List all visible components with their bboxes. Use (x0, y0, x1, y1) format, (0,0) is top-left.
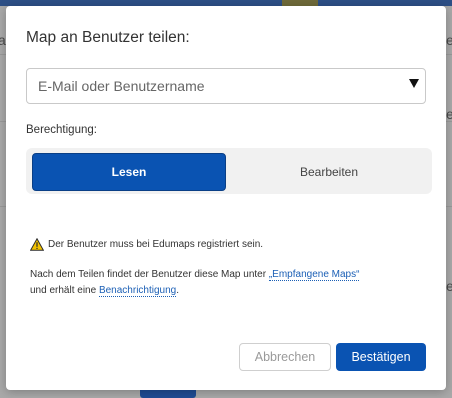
user-select-placeholder: E-Mail oder Benutzername (38, 78, 205, 94)
permission-toggle: Lesen Bearbeiten (26, 148, 432, 194)
background-text: e (446, 106, 452, 122)
share-map-dialog: Map an Benutzer teilen: E-Mail oder Benu… (6, 6, 446, 390)
user-select[interactable]: E-Mail oder Benutzername (26, 68, 426, 104)
share-info-text: Nach dem Teilen findet der Benutzer dies… (30, 267, 430, 299)
warning-text: Der Benutzer muss bei Edumaps registrier… (48, 239, 264, 250)
permission-label: Berechtigung: (26, 124, 97, 136)
permission-option-read[interactable]: Lesen (32, 153, 226, 191)
chevron-down-icon[interactable] (409, 79, 419, 88)
info-text-part: . (176, 285, 180, 296)
background-text: e (446, 278, 452, 294)
cancel-button[interactable]: Abbrechen (239, 343, 331, 371)
permission-option-edit[interactable]: Bearbeiten (232, 153, 426, 191)
dialog-title: Map an Benutzer teilen: (26, 29, 190, 46)
background-text: a (0, 32, 6, 48)
confirm-button[interactable]: Bestätigen (336, 343, 426, 371)
received-maps-link[interactable]: „Empfangene Maps“ (268, 269, 360, 281)
notification-link[interactable]: Benachrichtigung (98, 285, 177, 297)
background-text: e (446, 32, 452, 48)
info-text-part: Nach dem Teilen findet der Benutzer dies… (30, 269, 269, 280)
info-text-part: und erhält eine (30, 285, 99, 296)
warning-message: Der Benutzer muss bei Edumaps registrier… (30, 238, 263, 251)
warning-icon (30, 238, 44, 251)
